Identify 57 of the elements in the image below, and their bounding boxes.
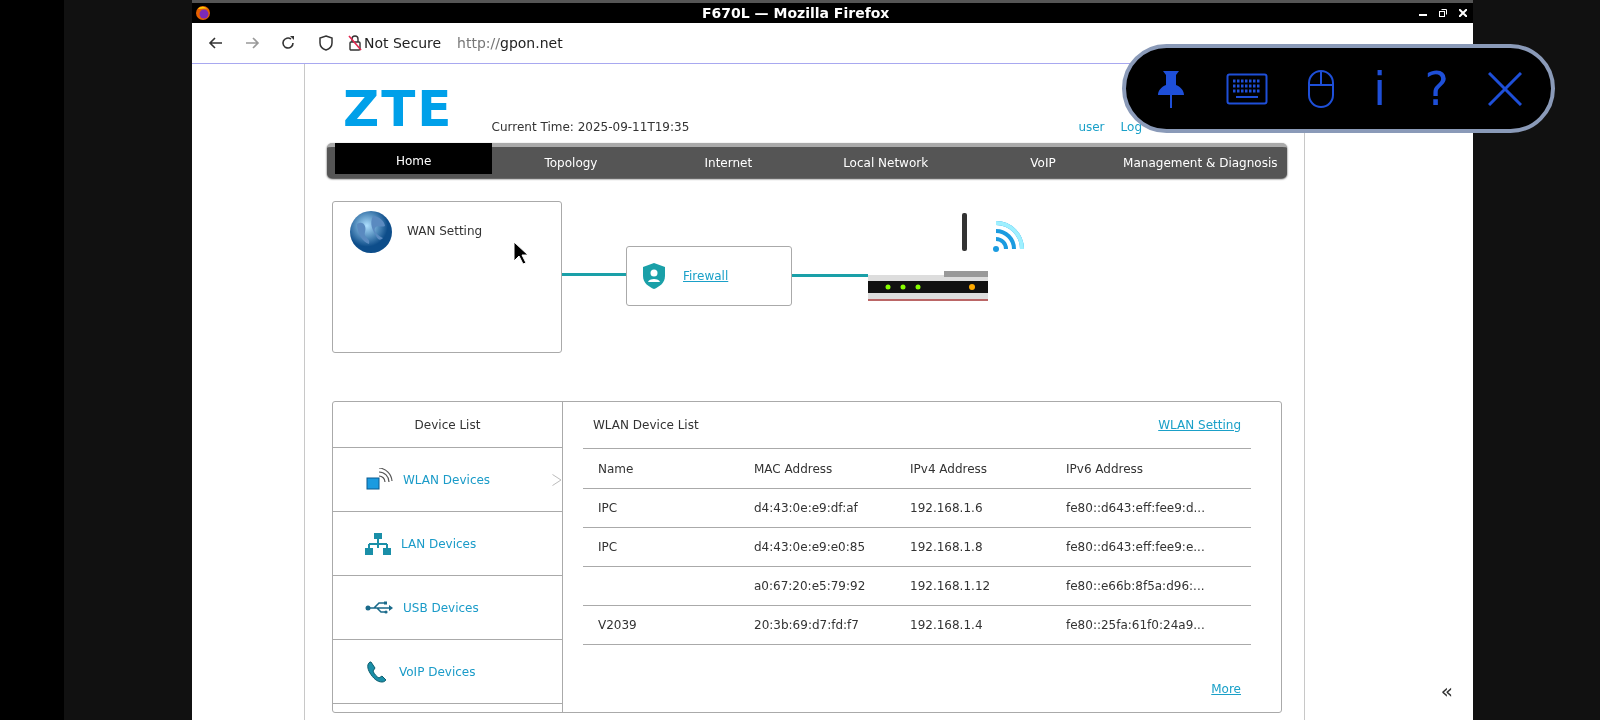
window-title: F670L — Mozilla Firefox — [702, 4, 890, 23]
wlan-list-title: WLAN Device List — [593, 417, 699, 434]
nav-tab[interactable]: Topology — [492, 147, 650, 178]
table-cell-text: 192.168.1.8 — [910, 539, 984, 556]
browser-logo-icon — [195, 5, 211, 21]
header-link[interactable]: user — [1078, 118, 1105, 136]
info-button[interactable]: i — [1373, 65, 1386, 112]
nav-tab[interactable]: VoIP — [964, 147, 1122, 178]
column-header: IPv4 Address — [910, 460, 989, 478]
table-cell-text: 192.168.1.4 — [910, 617, 984, 634]
forward-icon[interactable] — [244, 35, 260, 51]
globe-icon — [349, 210, 393, 254]
wlan-setting-link[interactable]: WLAN Setting — [1158, 416, 1241, 434]
table-cell-text: 192.168.1.12 — [910, 578, 992, 595]
url-text[interactable]: http://gpon.net — [457, 32, 563, 54]
wan-setting-label[interactable]: WAN Setting — [407, 222, 483, 240]
header-link[interactable]: Log — [1120, 118, 1142, 136]
shield-person-icon — [641, 262, 667, 290]
logo: ZTE — [343, 84, 454, 134]
table-cell-text: a0:67:20:e5:79:92 — [754, 578, 867, 595]
security-label: Not Secure — [364, 33, 442, 53]
more-link[interactable]: More — [1211, 680, 1241, 698]
table-cell-text: fe80::d643:eff:fee9:d... — [1066, 500, 1206, 517]
column-header: IPv6 Address — [1066, 460, 1145, 478]
table-cell-text: fe80::e66b:8f5a:d96:... — [1066, 578, 1206, 595]
keyboard-icon[interactable] — [1225, 72, 1268, 105]
back-icon[interactable] — [208, 35, 224, 51]
device-list-title: Device List — [414, 416, 481, 434]
mouse-pointer-icon — [513, 241, 529, 265]
nav-tab[interactable]: Local Network — [807, 147, 965, 178]
mouse-icon[interactable] — [1306, 68, 1335, 109]
table-cell-text: IPC — [598, 539, 619, 556]
wireless-device-icon — [365, 467, 393, 492]
table-cell-text: 192.168.1.6 — [910, 500, 984, 517]
nav-tab[interactable]: Home — [335, 143, 493, 174]
column-header: MAC Address — [754, 460, 834, 478]
collapse-button[interactable]: « — [1440, 676, 1453, 706]
table-cell-text: 20:3b:69:d7:fd:f7 — [754, 617, 860, 634]
nav-tab[interactable]: Management & Diagnosis — [1121, 147, 1279, 178]
table-cell-text: fe80::25fa:61f0:24a9... — [1066, 617, 1206, 634]
table-cell-text: fe80::d643:eff:fee9:e... — [1066, 539, 1206, 556]
usb-icon — [365, 599, 393, 616]
firewall-link[interactable]: Firewall — [683, 267, 729, 285]
network-icon — [365, 531, 391, 556]
column-header: Name — [598, 460, 635, 478]
table-cell-text: d4:43:0e:e9:df:af — [754, 500, 859, 517]
table-cell-text: d4:43:0e:e9:e0:85 — [754, 539, 867, 556]
help-button[interactable]: ? — [1424, 65, 1449, 112]
restore-icon[interactable] — [1439, 9, 1447, 17]
current-time: Current Time: 2025-09-11T19:35 — [491, 119, 690, 136]
table-cell-text: IPC — [598, 500, 619, 517]
insecure-lock-icon[interactable] — [348, 35, 362, 51]
nav-tab[interactable]: Internet — [649, 147, 807, 178]
shield-icon[interactable] — [318, 35, 334, 51]
phone-icon — [365, 659, 389, 684]
table-cell-text: V2039 — [598, 617, 638, 634]
reload-icon[interactable] — [280, 35, 296, 51]
